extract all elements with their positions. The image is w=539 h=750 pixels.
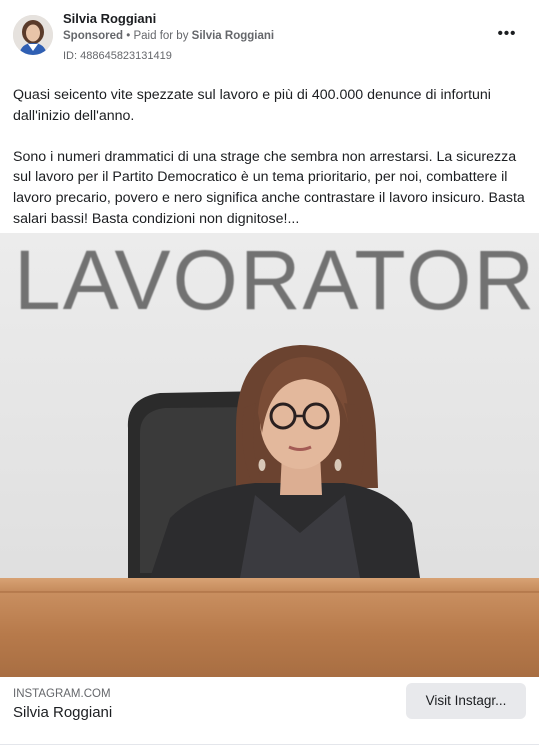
more-options-button[interactable]: ••• <box>492 24 522 48</box>
post-text-paragraph-1: Quasi seicento vite spezzate sul lavoro … <box>13 87 491 124</box>
author-name[interactable]: Silvia Roggiani <box>63 11 156 26</box>
ad-image[interactable]: LAVORATOR <box>0 233 539 677</box>
ad-id: ID: 488645823131419 <box>63 50 172 62</box>
post-text-paragraph-2: Sono i numeri drammatici di una strage c… <box>13 148 525 227</box>
paid-by-name: Silvia Roggiani <box>191 30 275 42</box>
ad-card: Silvia Roggiani Sponsored • Paid for by … <box>0 0 539 750</box>
link-title[interactable]: Silvia Roggiani <box>13 704 112 721</box>
post-text: Quasi seicento vite spezzate sul lavoro … <box>13 85 528 229</box>
link-card[interactable]: INSTAGRAM.COM Silvia Roggiani Visit Inst… <box>0 677 539 750</box>
link-domain: INSTAGRAM.COM <box>13 688 111 700</box>
avatar-image <box>13 15 53 55</box>
separator-dot: • <box>123 30 134 42</box>
author-avatar[interactable] <box>13 15 53 55</box>
visit-instagram-button[interactable]: Visit Instagr... <box>406 683 526 719</box>
ad-photo: LAVORATOR <box>0 233 539 677</box>
sponsored-label: Sponsored <box>63 30 124 42</box>
post-header: Silvia Roggiani Sponsored • Paid for by … <box>0 0 539 72</box>
paid-prefix: Paid for by <box>133 30 192 42</box>
sponsored-line: Sponsored • Paid for by Silvia Roggiani <box>63 30 274 42</box>
card-bottom-divider <box>0 744 539 745</box>
wall-lettering: LAVORATOR <box>14 233 536 327</box>
